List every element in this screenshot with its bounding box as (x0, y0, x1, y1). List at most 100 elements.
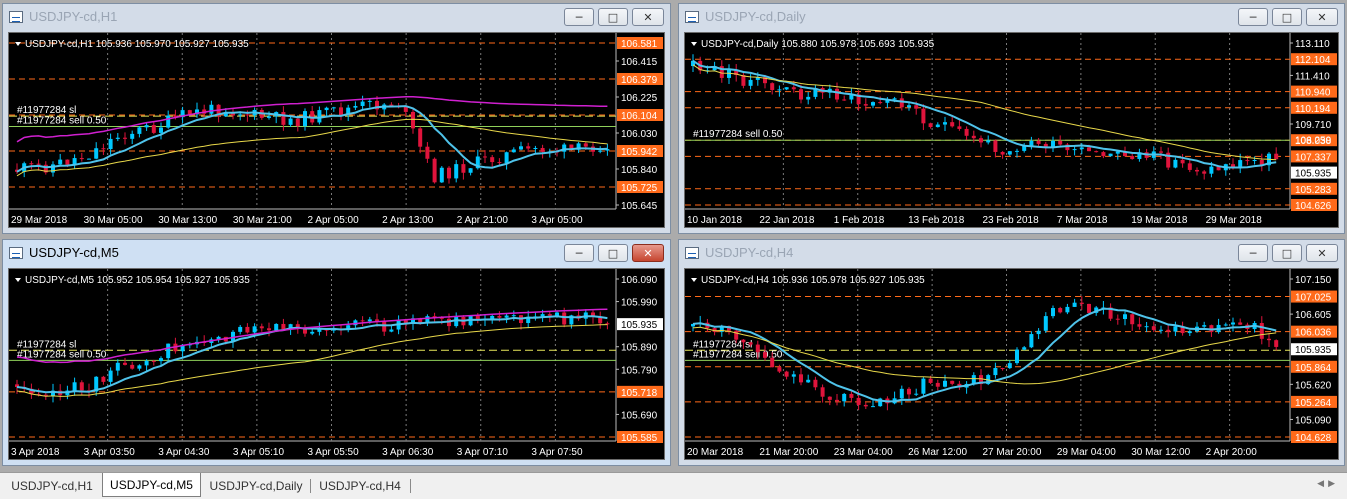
price-tick-label: 110.194 (1295, 104, 1331, 115)
chart-window-daily[interactable]: USDJPY-cd,Daily ─ □ ✕ 10 Jan 2018 22 Jan … (678, 3, 1345, 234)
time-tick-label: 30 Mar 21:00 (233, 215, 292, 226)
candle-body (432, 158, 437, 183)
chart-canvas[interactable]: 20 Mar 2018 21 Mar 20:00 23 Mar 04:00 26 Ma… (684, 268, 1339, 460)
tab-usdjpy-h4[interactable]: USDJPY-cd,H4 (312, 476, 408, 496)
tab-usdjpy-m5[interactable]: USDJPY-cd,M5 (102, 473, 201, 497)
minimize-button[interactable]: ─ (564, 8, 594, 26)
price-tick-label: 105.935 (1295, 169, 1332, 180)
price-tick-label: 106.415 (621, 57, 658, 68)
candle-body (1072, 302, 1077, 307)
minimize-button[interactable]: ─ (564, 244, 594, 262)
price-chart-svg: 3 Apr 2018 3 Apr 03:50 3 Apr 04:30 3 Apr 05… (9, 269, 663, 458)
candle-body (159, 127, 163, 133)
time-tick-label: 29 Mar 2018 (1206, 215, 1263, 226)
candle-body (1058, 308, 1063, 313)
time-tick-label: 29 Mar 2018 (11, 215, 68, 226)
window-titlebar[interactable]: USDJPY-cd,H4 ─ □ ✕ (679, 240, 1344, 267)
tab-usdjpy-h1[interactable]: USDJPY-cd,H1 (4, 476, 100, 496)
time-tick-label: 3 Apr 04:30 (158, 447, 210, 458)
time-tick-label: 30 Mar 05:00 (84, 215, 143, 226)
price-tick-label: 105.645 (621, 201, 658, 212)
time-tick-label: 3 Apr 03:50 (84, 447, 136, 458)
symbol-menu-arrow-icon (691, 278, 697, 282)
maximize-button[interactable]: □ (598, 8, 628, 26)
candle-body (238, 114, 243, 116)
candle-body (72, 382, 77, 391)
candle-body (267, 116, 271, 118)
candle-body (1029, 334, 1034, 348)
candle-body (483, 156, 487, 158)
candle-body (1065, 306, 1070, 313)
candle-body (943, 380, 947, 387)
tab-scroll-arrows-icon[interactable]: ◀▶ (1317, 479, 1339, 489)
maximize-button[interactable]: □ (1272, 8, 1302, 26)
candle-body (791, 374, 796, 377)
candle-body (784, 371, 789, 377)
time-tick-label: 10 Jan 2018 (687, 215, 742, 226)
candle-body (144, 360, 149, 366)
candle-body (375, 319, 379, 321)
order-line-label: #11977284 sell 0.50 (17, 115, 107, 126)
candle-body (741, 339, 746, 343)
candle-body (159, 358, 163, 362)
candle-body (526, 146, 531, 149)
price-tick-label: 105.942 (621, 147, 658, 158)
chart-window-h4[interactable]: USDJPY-cd,H4 ─ □ ✕ 20 Mar 2018 21 Mar 20:… (678, 239, 1345, 466)
price-tick-label: 105.283 (1295, 185, 1332, 196)
close-button[interactable]: ✕ (1306, 8, 1338, 26)
window-titlebar[interactable]: USDJPY-cd,H1 ─ □ ✕ (3, 4, 670, 31)
price-chart-svg: 20 Mar 2018 21 Mar 20:00 23 Mar 04:00 26 Ma… (685, 269, 1337, 458)
candle-body (101, 376, 106, 382)
candle-body (360, 101, 365, 106)
tab-usdjpy-daily[interactable]: USDJPY-cd,Daily (204, 476, 308, 496)
minimize-button[interactable]: ─ (1238, 244, 1268, 262)
candle-body (1079, 302, 1084, 304)
symbol-menu-arrow-icon (691, 42, 697, 46)
chart-info-ohlc: USDJPY-cd,M5 105.952 105.954 105.927 105… (25, 275, 250, 286)
candle-body (166, 115, 171, 128)
candle-body (993, 140, 998, 152)
price-tick-label: 106.605 (1295, 310, 1332, 321)
candle-body (468, 168, 473, 173)
maximize-button[interactable]: □ (598, 244, 628, 262)
candle-body (108, 138, 113, 150)
candle-body (1274, 153, 1279, 160)
window-titlebar[interactable]: USDJPY-cd,Daily ─ □ ✕ (679, 4, 1344, 31)
chart-canvas[interactable]: 10 Jan 2018 22 Jan 2018 1 Feb 2018 13 Feb 2… (684, 32, 1339, 228)
candle-body (151, 125, 156, 133)
candle-body (281, 323, 286, 330)
candle-body (209, 104, 214, 114)
candle-body (935, 124, 940, 128)
candle-body (1029, 140, 1034, 146)
close-button[interactable]: ✕ (632, 8, 664, 26)
price-tick-label: 105.790 (621, 365, 658, 376)
candle-body (1180, 159, 1185, 164)
candle-body (1101, 152, 1106, 157)
candle-body (461, 164, 466, 173)
chart-canvas[interactable]: 3 Apr 2018 3 Apr 03:50 3 Apr 04:30 3 Apr 05… (8, 268, 665, 460)
candle-body (360, 320, 365, 322)
window-titlebar[interactable]: USDJPY-cd,M5 ─ □ ✕ (3, 240, 670, 267)
price-tick-label: 105.890 (621, 343, 658, 354)
price-tick-label: 105.725 (621, 183, 658, 194)
close-button[interactable]: ✕ (632, 244, 664, 262)
candle-body (1115, 318, 1120, 320)
candle-body (1000, 368, 1005, 370)
candle-body (245, 114, 250, 116)
candle-body (784, 87, 789, 90)
candle-body (490, 157, 495, 163)
candle-body (497, 162, 502, 164)
candle-body (123, 362, 127, 365)
chart-window-h1[interactable]: USDJPY-cd,H1 ─ □ ✕ 29 Mar 2018 30 Mar 05:… (2, 3, 671, 234)
candle-body (1159, 329, 1163, 331)
price-tick-label: 106.250 (1295, 136, 1332, 147)
candle-body (547, 314, 552, 316)
close-button[interactable]: ✕ (1306, 244, 1338, 262)
candle-body (1022, 347, 1027, 350)
chart-canvas[interactable]: 29 Mar 2018 30 Mar 05:00 30 Mar 13:00 30 Ma… (8, 32, 665, 228)
minimize-button[interactable]: ─ (1238, 8, 1268, 26)
chart-window-m5[interactable]: USDJPY-cd,M5 ─ □ ✕ 3 Apr 2018 3 Apr 03:50… (2, 239, 671, 466)
time-tick-label: 21 Mar 20:00 (759, 447, 818, 458)
candle-body (29, 163, 34, 165)
maximize-button[interactable]: □ (1272, 244, 1302, 262)
